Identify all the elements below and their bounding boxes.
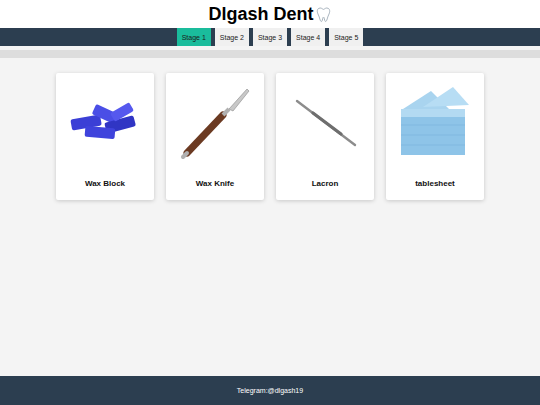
wax-knife-icon (173, 79, 257, 163)
item-card[interactable]: Wax Knife (166, 73, 264, 200)
item-name: Lacron (312, 179, 339, 188)
wax-block-icon (63, 79, 147, 163)
content: Wax Block Wax Knife Lacron tablesheet (0, 58, 540, 376)
site-title: Dlgash Dent (208, 3, 331, 26)
item-grid: Wax Block Wax Knife Lacron tablesheet (56, 73, 484, 361)
header: Dlgash Dent (0, 0, 540, 28)
tablesheet-icon (393, 79, 477, 163)
stage-tab[interactable]: Stage 1 (177, 28, 211, 46)
item-card[interactable]: tablesheet (386, 73, 484, 200)
item-card[interactable]: Lacron (276, 73, 374, 200)
tooth-icon (315, 6, 332, 23)
item-name: tablesheet (415, 179, 455, 188)
item-card[interactable]: Wax Block (56, 73, 154, 200)
footer: Telegram:@dlgash19 (0, 376, 540, 405)
lacron-icon (283, 79, 367, 163)
item-name: Wax Block (85, 179, 125, 188)
item-image (173, 79, 257, 163)
footer-text: Telegram:@dlgash19 (237, 387, 303, 394)
stage-tab[interactable]: Stage 2 (215, 28, 249, 46)
item-image (63, 79, 147, 163)
stage-tab[interactable]: Stage 4 (291, 28, 325, 46)
item-name: Wax Knife (196, 179, 234, 188)
item-image (393, 79, 477, 163)
divider-strip (0, 50, 540, 58)
stage-nav: Stage 1Stage 2Stage 3Stage 4Stage 5 (0, 28, 540, 46)
item-image (283, 79, 367, 163)
stage-tab[interactable]: Stage 3 (253, 28, 287, 46)
stage-tab[interactable]: Stage 5 (329, 28, 363, 46)
page: Dlgash Dent Stage 1Stage 2Stage 3Stage 4S… (0, 0, 540, 405)
